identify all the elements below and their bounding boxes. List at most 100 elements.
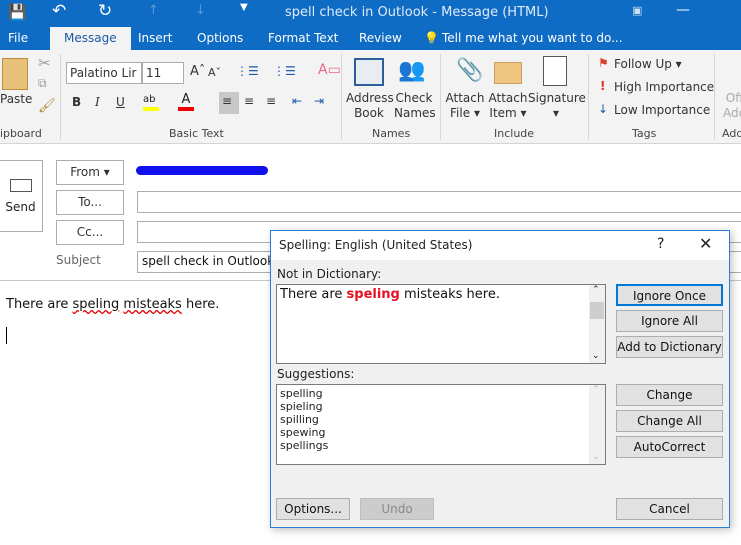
scrollbar[interactable]: ⌃ ⌄ <box>589 285 605 363</box>
low-importance-icon: ↓ <box>598 102 609 116</box>
change-button[interactable]: Change <box>616 384 723 406</box>
lightbulb-icon: 💡 <box>424 31 439 45</box>
clear-formatting-icon[interactable]: A▭ <box>318 62 341 78</box>
group-label-basic-text: Basic Text <box>169 127 224 140</box>
italic-button[interactable]: I <box>95 95 100 109</box>
cut-icon[interactable]: ✂ <box>38 54 51 72</box>
group-label-names: Names <box>372 127 411 140</box>
font-name-dropdown[interactable]: Palatino Lir <box>66 62 142 84</box>
group-label-include: Include <box>494 127 535 140</box>
suggestions-label: Suggestions: <box>277 367 355 381</box>
suggestion-item[interactable]: spellings <box>280 439 602 452</box>
options-button[interactable]: Options... <box>276 498 350 520</box>
follow-up-button[interactable]: Follow Up ▾ <box>614 57 682 71</box>
to-field[interactable] <box>137 191 741 213</box>
office-addins-button[interactable]: OffAdd <box>723 91 741 121</box>
tab-options[interactable]: Options <box>197 27 243 50</box>
paste-icon[interactable] <box>2 58 28 90</box>
redo-icon[interactable]: ↻ <box>98 1 112 21</box>
ignore-once-button[interactable]: Ignore Once <box>616 284 723 306</box>
format-painter-icon[interactable]: 🖌 <box>38 98 56 114</box>
suggestion-item[interactable]: spewing <box>280 426 602 439</box>
underline-button[interactable]: U <box>116 95 125 109</box>
cancel-button[interactable]: Cancel <box>616 498 723 520</box>
tab-message[interactable]: Message <box>50 27 131 50</box>
tab-review[interactable]: Review <box>359 27 402 50</box>
dialog-title: Spelling: English (United States) <box>279 238 473 252</box>
redacted-from-address <box>136 166 268 175</box>
title-bar: 💾 ↶ ↻ ↑ ↓ ▼ spell check in Outlook - Mes… <box>0 0 741 27</box>
tab-insert[interactable]: Insert <box>138 27 172 50</box>
ignore-all-button[interactable]: Ignore All <box>616 310 723 332</box>
highlight-icon[interactable]: ab <box>143 94 159 111</box>
font-size-dropdown[interactable]: 11 <box>142 62 184 84</box>
check-names-button[interactable]: Check Names <box>394 91 436 121</box>
group-label-tags: Tags <box>632 127 657 140</box>
close-icon[interactable]: ✕ <box>699 234 712 253</box>
group-label-addins: Add <box>722 127 741 140</box>
align-left-icon: ≡ <box>222 94 233 108</box>
copy-icon[interactable]: ⧉ <box>38 76 47 91</box>
check-names-icon: 👥 <box>398 58 426 83</box>
align-right-icon[interactable]: ≡ <box>266 94 276 108</box>
font-color-icon[interactable]: A <box>178 92 194 111</box>
numbering-icon[interactable]: ⋮☰ <box>273 64 296 78</box>
to-button[interactable]: To... <box>56 190 124 215</box>
signature-button[interactable]: Signature ▾ <box>528 91 586 121</box>
message-body[interactable]: There are speling misteaks here. <box>6 297 219 312</box>
not-in-dictionary-box[interactable]: There are speling misteaks here. ⌃ ⌄ <box>276 284 606 364</box>
grow-font-icon[interactable]: Aˆ <box>190 64 205 79</box>
ribbon-tabs: File Message Insert Options Format Text … <box>0 27 741 50</box>
decrease-indent-icon[interactable]: ⇤ <box>292 94 302 108</box>
ribbon: Paste ✂ ⧉ 🖌 ipboard Palatino Lir 11 Aˆ A… <box>0 50 741 144</box>
minimize-icon[interactable]: — <box>676 2 690 18</box>
attach-item-button[interactable]: Attach Item ▾ <box>487 91 529 121</box>
spelling-dialog: Spelling: English (United States) ? ✕ No… <box>270 230 730 528</box>
tell-me-search[interactable]: Tell me what you want to do... <box>442 27 623 50</box>
suggestion-item[interactable]: spelling <box>280 387 602 400</box>
undo-icon[interactable]: ↶ <box>52 1 66 21</box>
high-importance-button[interactable]: High Importance <box>614 80 714 94</box>
undo-button: Undo <box>360 498 434 520</box>
paste-button[interactable]: Paste <box>0 92 32 107</box>
subject-label: Subject <box>56 253 101 267</box>
align-center-icon[interactable]: ≡ <box>244 94 254 108</box>
flag-icon: ⚑ <box>598 56 609 70</box>
group-label-clipboard: ipboard <box>0 127 42 140</box>
attach-file-button[interactable]: Attach File ▾ <box>444 91 486 121</box>
tab-file[interactable]: File <box>8 27 28 50</box>
up-arrow-icon[interactable]: ↑ <box>148 3 159 18</box>
scrollbar[interactable]: ⌃ ⌄ <box>589 385 605 464</box>
address-book-icon <box>354 58 384 86</box>
change-all-button[interactable]: Change All <box>616 410 723 432</box>
increase-indent-icon[interactable]: ⇥ <box>314 94 324 108</box>
window-title: spell check in Outlook - Message (HTML) <box>285 5 549 20</box>
suggestions-list[interactable]: spelling spieling spilling spewing spell… <box>276 384 606 465</box>
add-to-dictionary-button[interactable]: Add to Dictionary <box>616 336 723 358</box>
from-button[interactable]: From ▾ <box>56 160 124 185</box>
text-cursor <box>6 327 7 344</box>
help-button[interactable]: ? <box>657 236 664 252</box>
suggestion-item[interactable]: spieling <box>280 400 602 413</box>
down-arrow-icon[interactable]: ↓ <box>195 3 206 18</box>
suggestion-item[interactable]: spilling <box>280 413 602 426</box>
tab-format-text[interactable]: Format Text <box>268 27 338 50</box>
font-name-value: Palatino Lir <box>70 66 137 80</box>
shrink-font-icon[interactable]: Aˇ <box>208 66 221 79</box>
dialog-title-bar: Spelling: English (United States) ? ✕ <box>271 231 729 260</box>
send-button[interactable]: Send <box>0 160 43 232</box>
low-importance-button[interactable]: Low Importance <box>614 103 710 117</box>
customize-qat-icon[interactable]: ▼ <box>240 2 248 13</box>
address-book-button[interactable]: Address Book <box>346 91 394 121</box>
high-importance-icon: ! <box>600 79 606 93</box>
font-size-value: 11 <box>146 66 162 80</box>
bold-button[interactable]: B <box>72 95 81 109</box>
attach-item-icon <box>494 62 522 84</box>
paperclip-icon: 📎 <box>456 58 484 83</box>
autocorrect-button[interactable]: AutoCorrect <box>616 436 723 458</box>
not-in-dictionary-label: Not in Dictionary: <box>277 267 382 281</box>
ribbon-display-icon[interactable]: ▣ <box>632 4 642 17</box>
bullets-icon[interactable]: ⋮☰ <box>236 64 259 78</box>
cc-button[interactable]: Cc... <box>56 220 124 245</box>
save-icon[interactable]: 💾 <box>8 3 27 21</box>
